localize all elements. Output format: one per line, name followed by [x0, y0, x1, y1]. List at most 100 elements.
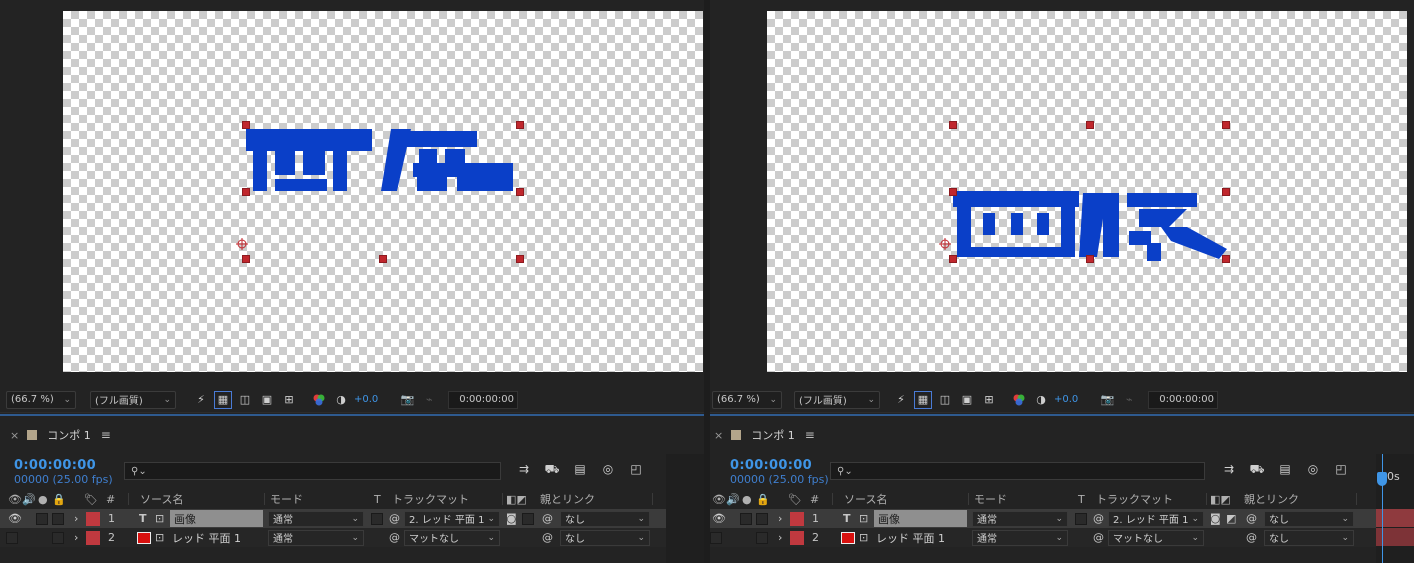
collapse-transform-icon[interactable]: ⊡ [155, 531, 164, 544]
zoom-dropdown[interactable]: (66.7 %) ⌄ [712, 390, 782, 409]
col-parent[interactable]: 親とリンク [1244, 491, 1299, 507]
table-row[interactable]: › 2 ⊡ レッド 平面 1 通常 ⌄ @ マットなし ⌄ @ なし ⌄ [0, 528, 666, 547]
bbox-handle[interactable] [1086, 121, 1094, 129]
mode-dropdown[interactable]: 通常 ⌄ [268, 529, 364, 546]
expand-chevron-icon[interactable]: › [778, 531, 782, 544]
composition-canvas[interactable] [767, 11, 1407, 372]
bbox-handle[interactable] [949, 188, 957, 196]
bbox-handle[interactable] [242, 188, 250, 196]
close-icon[interactable]: × [714, 429, 723, 442]
camera-icon[interactable]: 📷 [1098, 391, 1116, 409]
spiral-pickwhip-icon[interactable]: @ [542, 531, 553, 544]
solo-switch[interactable] [740, 512, 752, 525]
resolution-dropdown[interactable]: (フル画質) ⌄ [90, 390, 176, 409]
transparency-grid-icon[interactable]: ▦ [914, 390, 932, 409]
parent-dropdown[interactable]: なし ⌄ [560, 529, 650, 546]
composition-canvas[interactable] [63, 11, 703, 372]
lock-switch[interactable] [756, 512, 768, 525]
bbox-handle[interactable] [242, 121, 250, 129]
matte-alpha-icon[interactable]: ◙ [1210, 512, 1221, 525]
bbox-handle[interactable] [1086, 255, 1094, 263]
col-source-name[interactable]: ソース名 [844, 491, 887, 507]
layer-search-input[interactable]: ⚲⌄ [830, 462, 1205, 480]
current-time[interactable]: 0:00:00:00 [730, 458, 840, 473]
current-time-display[interactable]: 0:00:00:00 00000 (25.00 fps) [730, 458, 840, 486]
spiral-pickwhip-icon[interactable]: @ [542, 512, 553, 525]
eye-icon[interactable]: 👁 [712, 512, 726, 525]
composition-viewer[interactable] [0, 0, 704, 387]
visibility-switch[interactable] [6, 531, 18, 544]
exposure-value[interactable]: +0.0 [1054, 394, 1078, 405]
table-row[interactable]: 👁 › 1 T ⊡ 画像 通常 ⌄ @ 2. レッド 平面 1 ⌄ ◙ ◩ @ なし… [710, 509, 1376, 528]
color-channels-icon[interactable] [1010, 391, 1028, 409]
visibility-switch[interactable] [710, 531, 722, 544]
col-parent[interactable]: 親とリンク [540, 491, 595, 507]
track-matte-dropdown[interactable]: 2. レッド 平面 1 ⌄ [404, 510, 500, 527]
motion-blur-icon[interactable]: ◎ [1304, 462, 1322, 478]
guides-icon[interactable]: ⊞ [980, 391, 998, 409]
matte-alpha-icon[interactable]: ◙ [506, 512, 517, 525]
frame-blending-icon[interactable]: ▤ [571, 462, 589, 478]
expand-chevron-icon[interactable]: › [778, 512, 782, 525]
mode-dropdown[interactable]: 通常 ⌄ [972, 529, 1068, 546]
bbox-handle[interactable] [516, 188, 524, 196]
table-row[interactable]: 👁 › 1 T ⊡ 画像 通常 ⌄ @ 2. レッド 平面 1 ⌄ ◙ @ なし ⌄ [0, 509, 666, 528]
graph-editor-icon[interactable]: ◰ [1332, 462, 1350, 478]
timeline-track-area[interactable]: 00s [1376, 454, 1414, 563]
collapse-transform-icon[interactable]: ⊡ [859, 531, 868, 544]
preserve-transparency-switch[interactable] [1075, 512, 1087, 525]
bbox-handle[interactable] [242, 255, 250, 263]
current-time-display[interactable]: 0:00:00:00 00000 (25.00 fps) [14, 458, 124, 486]
fast-previews-icon[interactable]: ⚡ [192, 391, 210, 409]
mask-visibility-icon[interactable]: ◫ [236, 391, 254, 409]
preserve-transparency-switch[interactable] [371, 512, 383, 525]
track-matte-dropdown[interactable]: マットなし ⌄ [1108, 529, 1204, 546]
col-track-matte[interactable]: トラックマット [392, 491, 469, 507]
parent-dropdown[interactable]: なし ⌄ [1264, 510, 1354, 527]
shy-layers-icon[interactable]: ⛟ [543, 462, 561, 478]
bbox-handle[interactable] [1222, 188, 1230, 196]
bbox-handle[interactable] [1222, 255, 1230, 263]
col-track-matte[interactable]: トラックマット [1096, 491, 1173, 507]
layer-search-input[interactable]: ⚲⌄ [124, 462, 501, 480]
bbox-handle[interactable] [949, 121, 957, 129]
text-layer-preview[interactable] [767, 11, 1407, 372]
lock-switch[interactable] [756, 531, 768, 544]
anchor-point-icon[interactable] [236, 238, 248, 250]
col-number[interactable]: # [106, 493, 115, 506]
layer-name[interactable]: レッド 平面 1 [876, 530, 945, 546]
col-number[interactable]: # [810, 493, 819, 506]
composition-viewer[interactable] [710, 0, 1414, 387]
spiral-pickwhip-icon[interactable]: @ [389, 531, 400, 544]
mode-dropdown[interactable]: 通常 ⌄ [268, 510, 364, 527]
spiral-pickwhip-icon[interactable]: @ [1246, 512, 1257, 525]
layer-label-color[interactable] [790, 530, 804, 545]
mode-dropdown[interactable]: 通常 ⌄ [972, 510, 1068, 527]
resolution-dropdown[interactable]: (フル画質) ⌄ [794, 390, 880, 409]
bbox-handle[interactable] [379, 255, 387, 263]
table-row[interactable]: › 2 ⊡ レッド 平面 1 通常 ⌄ @ マットなし ⌄ @ なし ⌄ [710, 528, 1376, 547]
timeline-track-area[interactable] [666, 454, 704, 563]
layer-label-color[interactable] [86, 511, 100, 526]
col-t[interactable]: T [1078, 493, 1085, 506]
spiral-pickwhip-icon[interactable]: @ [389, 512, 400, 525]
current-time[interactable]: 0:00:00:00 [14, 458, 124, 473]
viewer-timecode[interactable]: 0:00:00:00 [448, 390, 519, 409]
col-mode[interactable]: モード [974, 491, 1007, 507]
exposure-value[interactable]: +0.0 [354, 394, 378, 405]
track-matte-dropdown[interactable]: 2. レッド 平面 1 ⌄ [1108, 510, 1204, 527]
expand-chevron-icon[interactable]: › [74, 512, 78, 525]
bbox-handle[interactable] [949, 255, 957, 263]
text-layer-preview[interactable] [63, 11, 703, 372]
menu-icon[interactable]: ≡ [805, 428, 815, 442]
solo-switch[interactable] [36, 512, 48, 525]
exposure-icon[interactable]: ◑ [1032, 391, 1050, 409]
track-matte-dropdown[interactable]: マットなし ⌄ [404, 529, 500, 546]
viewer-timecode[interactable]: 0:00:00:00 [1148, 390, 1219, 409]
camera-icon[interactable]: 📷 [398, 391, 416, 409]
layer-name[interactable]: 画像 [170, 510, 263, 527]
comp-mini-flowchart-icon[interactable]: ⇉ [1220, 462, 1238, 478]
zoom-dropdown[interactable]: (66.7 %) ⌄ [6, 390, 76, 409]
bbox-handle[interactable] [1222, 121, 1230, 129]
col-mode[interactable]: モード [270, 491, 303, 507]
